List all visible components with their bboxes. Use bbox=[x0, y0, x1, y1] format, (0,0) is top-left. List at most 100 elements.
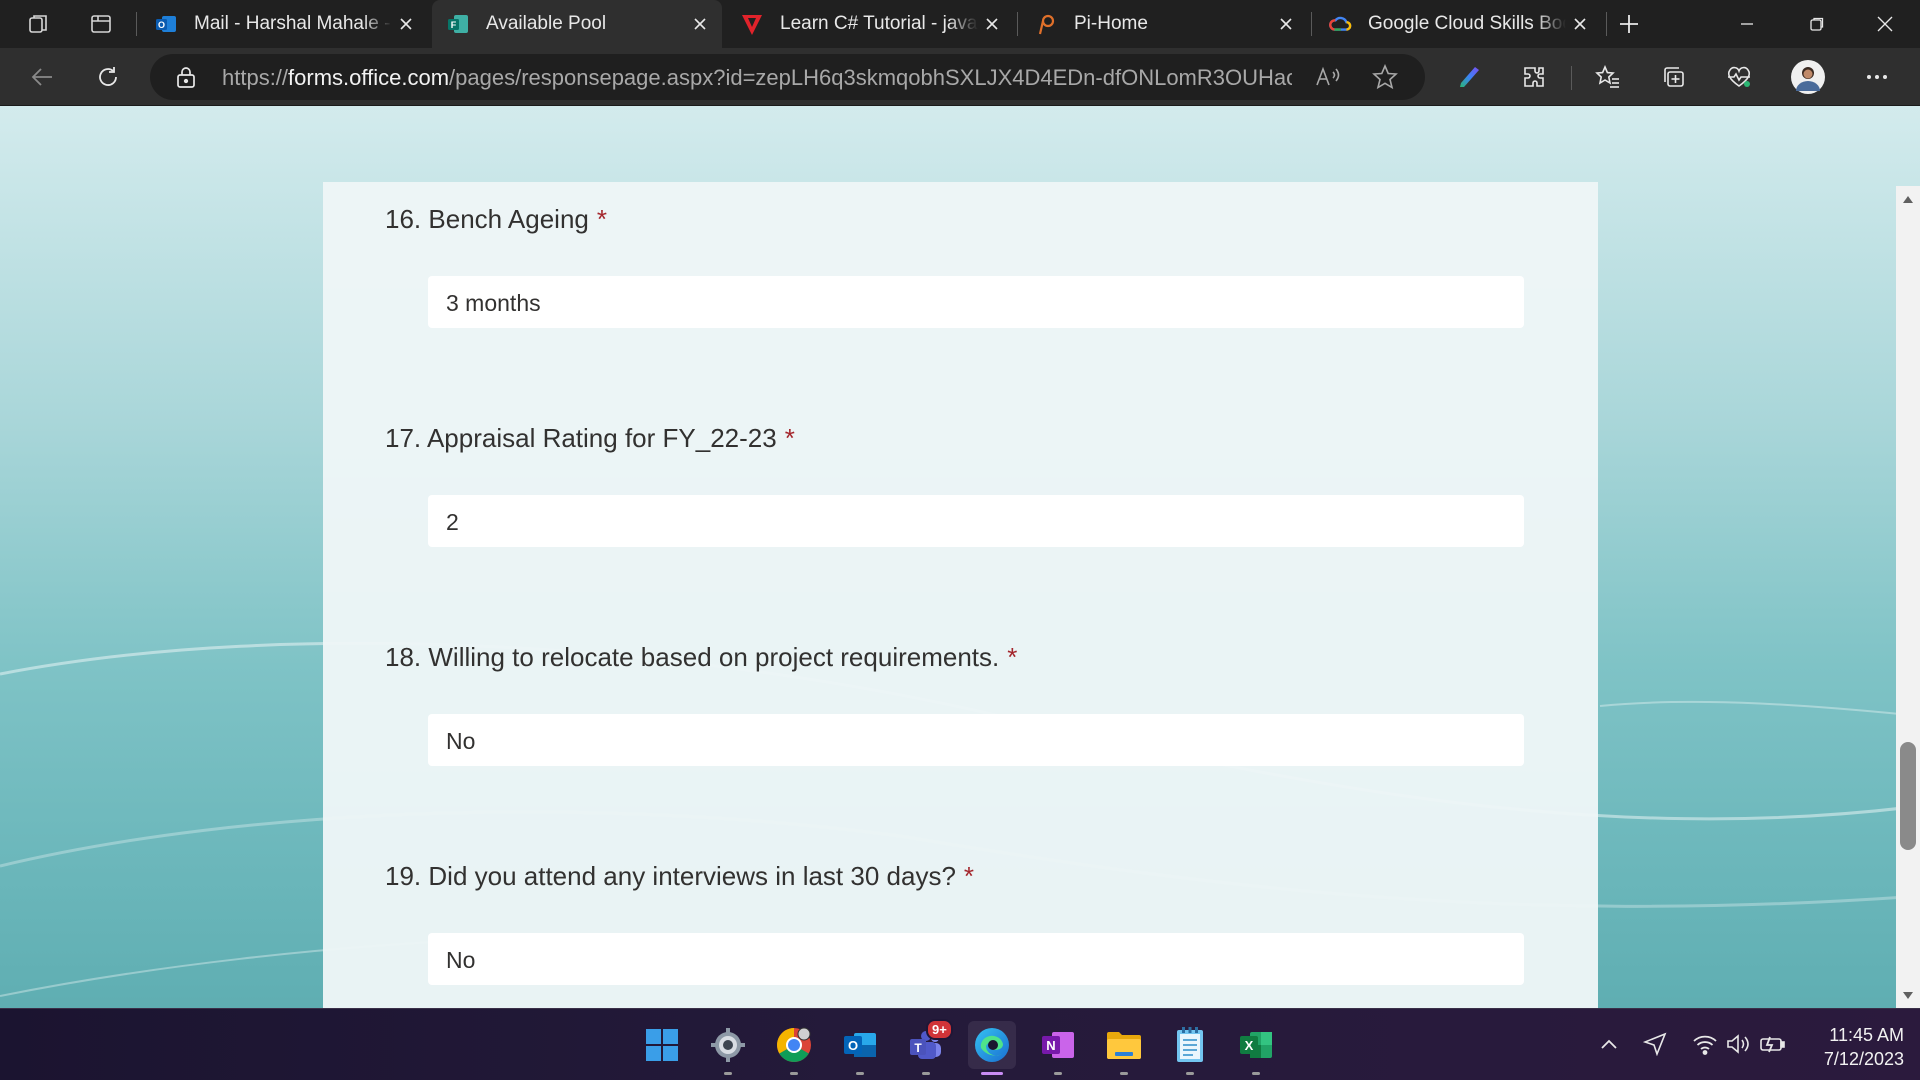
browser-toolbar: https://forms.office.com/pages/responsep… bbox=[0, 48, 1920, 106]
tab-actions-icon[interactable] bbox=[84, 8, 118, 40]
system-clock[interactable]: 11:45 AM 7/12/2023 bbox=[1800, 1023, 1904, 1071]
question-19-title: 19. Did you attend any interviews in las… bbox=[385, 861, 975, 891]
tab-separator bbox=[136, 12, 137, 36]
running-indicator bbox=[1252, 1072, 1260, 1075]
tab-google-cloud-skills[interactable]: Google Cloud Skills Boost bbox=[1314, 0, 1602, 48]
svg-text:F: F bbox=[451, 20, 457, 30]
chrome-icon[interactable] bbox=[770, 1021, 818, 1075]
refresh-button[interactable] bbox=[88, 57, 128, 97]
file-explorer-icon[interactable] bbox=[1100, 1021, 1148, 1075]
tab-title: Mail - Harshal Mahale - Outlook bbox=[194, 13, 392, 34]
tab-separator bbox=[1017, 12, 1018, 36]
close-tab-icon[interactable] bbox=[392, 10, 420, 38]
question-17-title: 17. Appraisal Rating for FY_22-23 * bbox=[385, 423, 795, 453]
volume-icon[interactable] bbox=[1724, 1029, 1754, 1059]
tab-title: Learn C# Tutorial - javatpoint bbox=[780, 13, 978, 34]
toolbar-separator bbox=[1571, 66, 1572, 90]
close-tab-icon[interactable] bbox=[978, 10, 1006, 38]
tab-title: Pi-Home bbox=[1074, 13, 1148, 34]
scroll-up-arrow-icon[interactable] bbox=[1903, 196, 1913, 203]
svg-text:O: O bbox=[158, 20, 165, 30]
close-window-button[interactable] bbox=[1850, 0, 1920, 48]
running-indicator bbox=[790, 1072, 798, 1075]
lock-icon[interactable] bbox=[176, 66, 196, 93]
favorite-star-icon[interactable] bbox=[1372, 63, 1398, 95]
running-indicator bbox=[1120, 1072, 1128, 1075]
collections-icon[interactable] bbox=[1654, 57, 1694, 97]
form-page: 16. Bench Ageing * 3 months 17. Appraisal… bbox=[0, 106, 1920, 1008]
settings-more-icon[interactable] bbox=[1857, 57, 1897, 97]
clock-date: 7/12/2023 bbox=[1823, 1049, 1904, 1069]
tab-pi-home[interactable]: Pi-Home bbox=[1020, 0, 1308, 48]
back-button[interactable] bbox=[22, 57, 62, 97]
forms-icon: F bbox=[446, 12, 470, 36]
restore-button[interactable] bbox=[1782, 0, 1852, 48]
tab-separator bbox=[1311, 12, 1312, 36]
running-indicator bbox=[922, 1072, 930, 1075]
address-bar[interactable]: https://forms.office.com/pages/responsep… bbox=[150, 54, 1425, 100]
tab-available-pool[interactable]: F Available Pool bbox=[432, 0, 722, 48]
onenote-icon[interactable]: N bbox=[1034, 1021, 1082, 1075]
clock-time: 11:45 AM bbox=[1829, 1025, 1904, 1045]
tab-csharp-tutorial[interactable]: Learn C# Tutorial - javatpoint bbox=[726, 0, 1014, 48]
wifi-icon[interactable] bbox=[1690, 1029, 1720, 1059]
tab-title: Available Pool bbox=[486, 13, 607, 34]
close-tab-icon[interactable] bbox=[1566, 10, 1594, 38]
svg-text:N: N bbox=[1046, 1038, 1055, 1053]
minimize-button[interactable] bbox=[1712, 0, 1782, 48]
profile-avatar[interactable] bbox=[1788, 57, 1828, 97]
svg-text:O: O bbox=[848, 1038, 858, 1053]
running-indicator bbox=[981, 1072, 1003, 1075]
new-tab-icon[interactable] bbox=[1612, 8, 1646, 40]
scroll-down-arrow-icon[interactable] bbox=[1903, 992, 1913, 999]
javatpoint-icon bbox=[740, 12, 764, 36]
running-indicator bbox=[856, 1072, 864, 1075]
close-tab-icon[interactable] bbox=[686, 10, 714, 38]
question-16-answer: 3 months bbox=[428, 276, 1524, 328]
google-cloud-icon bbox=[1328, 12, 1352, 36]
outlook-icon[interactable]: O bbox=[836, 1021, 884, 1075]
question-19-answer: No bbox=[428, 933, 1524, 985]
required-asterisk: * bbox=[596, 204, 607, 234]
required-asterisk: * bbox=[963, 861, 975, 891]
teams-icon[interactable]: T 9+ bbox=[902, 1019, 953, 1075]
svg-text:X: X bbox=[1245, 1038, 1254, 1053]
notepad-icon[interactable] bbox=[1166, 1021, 1214, 1075]
question-18-answer: No bbox=[428, 714, 1524, 766]
close-tab-icon[interactable] bbox=[1272, 10, 1300, 38]
windows-start-icon[interactable] bbox=[638, 1021, 686, 1069]
copilot-pen-icon[interactable] bbox=[1449, 57, 1489, 97]
read-aloud-icon[interactable] bbox=[1315, 65, 1341, 94]
settings-icon[interactable] bbox=[704, 1021, 752, 1075]
svg-text:T: T bbox=[914, 1041, 922, 1055]
running-indicator bbox=[724, 1072, 732, 1075]
page-scrollbar[interactable] bbox=[1896, 186, 1920, 1008]
url-text[interactable]: https://forms.office.com/pages/responsep… bbox=[222, 65, 1292, 91]
battery-charging-icon[interactable] bbox=[1758, 1029, 1788, 1059]
outlook-icon: O bbox=[154, 12, 178, 36]
tab-title: Google Cloud Skills Boost bbox=[1368, 13, 1566, 34]
pi-icon bbox=[1034, 12, 1058, 36]
required-asterisk: * bbox=[1007, 642, 1018, 672]
required-asterisk: * bbox=[784, 423, 795, 453]
tab-mail[interactable]: O Mail - Harshal Mahale - Outlook bbox=[140, 0, 428, 48]
teams-notification-badge: 9+ bbox=[926, 1019, 953, 1040]
scrollbar-thumb[interactable] bbox=[1900, 742, 1916, 850]
edge-icon[interactable] bbox=[968, 1021, 1016, 1075]
extensions-icon[interactable] bbox=[1514, 57, 1554, 97]
tab-separator bbox=[1606, 12, 1607, 36]
location-icon[interactable] bbox=[1640, 1029, 1670, 1059]
question-17-answer: 2 bbox=[428, 495, 1524, 547]
browser-essentials-icon[interactable] bbox=[1719, 57, 1759, 97]
browser-tab-strip: O Mail - Harshal Mahale - Outlook F Avai… bbox=[0, 0, 1920, 48]
chevron-up-icon[interactable] bbox=[1594, 1029, 1624, 1059]
workspaces-icon[interactable] bbox=[22, 8, 56, 40]
running-indicator bbox=[1186, 1072, 1194, 1075]
favorites-icon[interactable] bbox=[1588, 57, 1628, 97]
excel-icon[interactable]: X bbox=[1232, 1021, 1280, 1075]
question-16-title: 16. Bench Ageing * bbox=[385, 204, 607, 234]
form-card: 16. Bench Ageing * 3 months 17. Appraisal… bbox=[323, 182, 1598, 1008]
running-indicator bbox=[1054, 1072, 1062, 1075]
taskbar: O T 9+ N X 11:45 AM 7/12/2023 bbox=[0, 1008, 1920, 1080]
question-18-title: 18. Willing to relocate based on project… bbox=[385, 642, 1018, 672]
